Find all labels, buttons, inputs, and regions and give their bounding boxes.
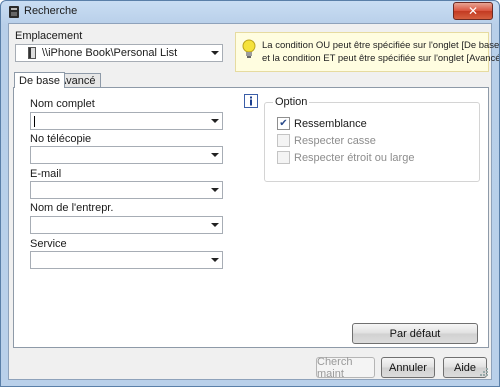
- checkbox[interactable]: [277, 151, 290, 164]
- chevron-down-icon[interactable]: [211, 51, 219, 55]
- email-field[interactable]: [30, 181, 223, 199]
- option-width-label: Respecter étroit ou large: [294, 151, 415, 164]
- chevron-down-icon[interactable]: [211, 119, 219, 123]
- search-now-button[interactable]: Cherch maint: [316, 356, 375, 380]
- option-group: Option ✔ Ressemblance Respecter casse Re…: [264, 96, 480, 182]
- chevron-down-icon[interactable]: [211, 188, 219, 192]
- fax-label: No télécopie: [30, 133, 92, 145]
- book-icon: [28, 47, 36, 59]
- resize-grip-icon[interactable]: [479, 367, 489, 377]
- info-text: La condition OU peut être spécifiée sur …: [262, 39, 500, 65]
- default-button[interactable]: Par défaut: [352, 323, 478, 344]
- chevron-down-icon[interactable]: [211, 223, 219, 227]
- checkbox[interactable]: [277, 134, 290, 147]
- window-title: Recherche: [24, 5, 78, 17]
- info-banner: La condition OU peut être spécifiée sur …: [235, 32, 499, 72]
- option-width-sensitive[interactable]: Respecter étroit ou large: [277, 151, 414, 164]
- tab-basic-label: De base: [19, 74, 60, 87]
- location-value: \\iPhone Book\Personal List: [42, 47, 178, 59]
- fax-field[interactable]: [30, 146, 223, 164]
- info-icon: [244, 94, 258, 108]
- option-case-sensitive[interactable]: Respecter casse: [277, 134, 376, 147]
- chevron-down-icon[interactable]: [211, 258, 219, 262]
- email-label: E-mail: [30, 168, 62, 180]
- tab-basic[interactable]: De base: [14, 72, 65, 88]
- tab-panel-basic: Nom complet No télécopie E-mail Nom de l…: [13, 87, 489, 348]
- full-name-field[interactable]: [30, 112, 223, 130]
- option-case-label: Respecter casse: [294, 134, 376, 147]
- dialog-body: Emplacement \\iPhone Book\Personal List …: [8, 23, 499, 380]
- close-icon: ✕: [467, 4, 479, 18]
- option-similarity-label: Ressemblance: [294, 117, 367, 130]
- lightbulb-icon: [242, 39, 256, 58]
- option-group-title: Option: [273, 96, 310, 108]
- department-label: Service: [30, 238, 67, 250]
- cancel-button[interactable]: Annuler: [381, 357, 435, 378]
- info-line-1: La condition OU peut être spécifiée sur …: [262, 40, 500, 51]
- text-caret: [34, 116, 35, 127]
- location-select[interactable]: \\iPhone Book\Personal List: [15, 44, 223, 62]
- option-similarity[interactable]: ✔ Ressemblance: [277, 117, 367, 130]
- company-label: Nom de l'entrepr.: [30, 202, 114, 214]
- info-line-2: et la condition ET peut être spécifiée s…: [262, 53, 500, 64]
- search-dialog: Recherche ✕ Emplacement \\iPhone Book\Pe…: [0, 0, 500, 387]
- app-icon: [9, 6, 19, 18]
- company-field[interactable]: [30, 216, 223, 234]
- location-label: Emplacement: [15, 30, 83, 42]
- close-button[interactable]: ✕: [453, 2, 493, 20]
- chevron-down-icon[interactable]: [211, 153, 219, 157]
- title-bar[interactable]: Recherche ✕: [1, 1, 499, 23]
- full-name-label: Nom complet: [30, 98, 95, 110]
- department-field[interactable]: [30, 251, 223, 269]
- checkbox-checked[interactable]: ✔: [277, 117, 290, 130]
